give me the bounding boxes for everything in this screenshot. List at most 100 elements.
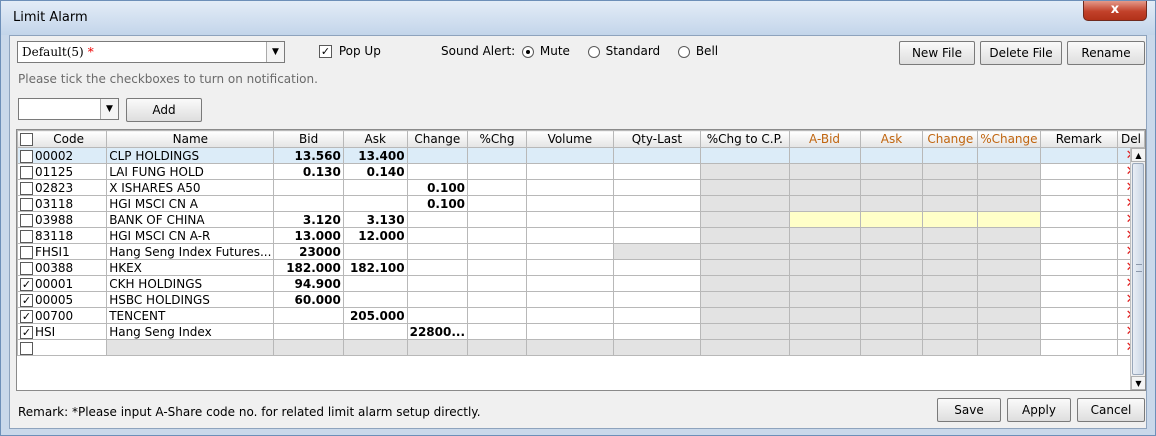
name-cell[interactable]: HGI MSCI CN A xyxy=(106,195,275,212)
a-change-cell[interactable] xyxy=(922,243,979,260)
change-cell[interactable] xyxy=(406,227,469,244)
table-row[interactable]: ✓00001CKH HOLDINGS94.900✕ xyxy=(17,275,1145,292)
row-checkbox[interactable]: ✓ xyxy=(20,293,33,307)
volume-cell[interactable] xyxy=(525,227,614,244)
bid-cell[interactable]: 182.000 xyxy=(273,259,344,276)
row-checkbox[interactable] xyxy=(20,229,33,243)
a-change-cell[interactable] xyxy=(922,163,979,180)
a-pct-change-cell[interactable] xyxy=(977,307,1041,324)
ask-cell[interactable]: 182.100 xyxy=(342,259,408,276)
qty-last-cell[interactable] xyxy=(612,195,701,212)
table-row[interactable]: ✓00700TENCENT205.000✕ xyxy=(17,307,1145,324)
sound-radio-mute[interactable] xyxy=(522,45,535,58)
table-row[interactable]: 03988BANK OF CHINA3.1203.130✕ xyxy=(17,211,1145,228)
popup-checkbox[interactable]: ✓ xyxy=(319,45,332,58)
change-cell[interactable] xyxy=(406,307,469,324)
table-row[interactable]: 83118HGI MSCI CN A-R13.00012.000✕ xyxy=(17,227,1145,244)
a-bid-cell[interactable] xyxy=(788,243,861,260)
name-cell[interactable]: CLP HOLDINGS xyxy=(106,147,275,164)
col-a-pct-change[interactable]: %Change xyxy=(977,130,1041,148)
chevron-down-icon[interactable]: ▼ xyxy=(100,99,118,119)
pct-chg-cell[interactable] xyxy=(467,243,527,260)
a-change-cell[interactable] xyxy=(922,275,979,292)
col-ask[interactable]: Ask xyxy=(342,130,408,148)
col-name[interactable]: Name xyxy=(106,130,275,148)
pct-chg-cell[interactable] xyxy=(467,179,527,196)
col-a-ask[interactable]: Ask xyxy=(859,130,924,148)
a-ask-cell[interactable] xyxy=(859,259,924,276)
table-row[interactable]: ✕ xyxy=(17,339,1145,356)
qty-last-cell[interactable] xyxy=(612,227,701,244)
qty-last-cell[interactable] xyxy=(612,291,701,308)
col-qty-last[interactable]: Qty-Last xyxy=(612,130,701,148)
code-cell[interactable]: 83118 xyxy=(17,227,108,244)
save-button[interactable]: Save xyxy=(937,398,1001,422)
qty-last-cell[interactable] xyxy=(612,147,701,164)
vertical-scrollbar[interactable]: ▲ ▼ xyxy=(1130,148,1145,390)
remark-cell[interactable] xyxy=(1039,211,1119,228)
a-change-cell[interactable] xyxy=(922,227,979,244)
add-button[interactable]: Add xyxy=(126,98,202,122)
volume-cell[interactable] xyxy=(525,307,614,324)
code-cell[interactable]: ✓ HSI xyxy=(17,323,108,340)
ask-cell[interactable] xyxy=(342,275,408,292)
qty-last-cell[interactable] xyxy=(612,307,701,324)
ask-cell[interactable]: 205.000 xyxy=(342,307,408,324)
bid-cell[interactable] xyxy=(273,307,344,324)
pct-chg-cell[interactable] xyxy=(467,227,527,244)
qty-last-cell[interactable] xyxy=(612,211,701,228)
volume-cell[interactable] xyxy=(525,163,614,180)
code-cell[interactable]: ✓ 00005 xyxy=(17,291,108,308)
row-checkbox[interactable] xyxy=(20,341,33,355)
table-row[interactable]: FHSI1Hang Seng Index Futures...23000✕ xyxy=(17,243,1145,260)
a-pct-change-cell[interactable] xyxy=(977,259,1041,276)
scroll-down-icon[interactable]: ▼ xyxy=(1131,376,1145,390)
close-button[interactable]: x xyxy=(1083,1,1147,21)
bid-cell[interactable] xyxy=(273,323,344,340)
remark-cell[interactable] xyxy=(1039,163,1119,180)
change-cell[interactable] xyxy=(406,211,469,228)
a-pct-change-cell[interactable] xyxy=(977,291,1041,308)
a-ask-cell[interactable] xyxy=(859,147,924,164)
a-bid-cell[interactable] xyxy=(788,163,861,180)
bid-cell[interactable] xyxy=(273,195,344,212)
a-bid-cell[interactable] xyxy=(788,147,861,164)
a-bid-cell[interactable] xyxy=(788,291,861,308)
volume-cell[interactable] xyxy=(525,323,614,340)
a-pct-change-cell[interactable] xyxy=(977,323,1041,340)
pct-chg-cell[interactable] xyxy=(467,291,527,308)
ask-cell[interactable] xyxy=(342,291,408,308)
a-bid-cell[interactable] xyxy=(788,179,861,196)
a-ask-cell[interactable] xyxy=(859,275,924,292)
select-all-checkbox[interactable] xyxy=(20,133,33,146)
qty-last-cell[interactable] xyxy=(612,339,701,356)
a-change-cell[interactable] xyxy=(922,259,979,276)
a-change-cell[interactable] xyxy=(922,195,979,212)
a-bid-cell[interactable] xyxy=(788,323,861,340)
name-cell[interactable]: HSBC HOLDINGS xyxy=(106,291,275,308)
change-cell[interactable]: 0.100 xyxy=(406,179,469,196)
col-change[interactable]: Change xyxy=(406,130,469,148)
ask-cell[interactable]: 3.130 xyxy=(342,211,408,228)
a-ask-cell[interactable] xyxy=(859,211,924,228)
a-pct-change-cell[interactable] xyxy=(977,227,1041,244)
a-ask-cell[interactable] xyxy=(859,339,924,356)
remark-cell[interactable] xyxy=(1039,179,1119,196)
change-cell[interactable]: 22800... xyxy=(406,323,469,340)
cancel-button[interactable]: Cancel xyxy=(1077,398,1145,422)
row-checkbox[interactable] xyxy=(20,261,33,275)
col-a-bid[interactable]: A-Bid xyxy=(788,130,861,148)
table-row[interactable]: 00388HKEX182.000182.100✕ xyxy=(17,259,1145,276)
bid-cell[interactable]: 3.120 xyxy=(273,211,344,228)
popup-option[interactable]: ✓ Pop Up xyxy=(319,44,381,58)
ask-cell[interactable] xyxy=(342,179,408,196)
qty-last-cell[interactable] xyxy=(612,275,701,292)
volume-cell[interactable] xyxy=(525,195,614,212)
bid-cell[interactable]: 60.000 xyxy=(273,291,344,308)
change-cell[interactable]: 0.100 xyxy=(406,195,469,212)
pct-chg-cell[interactable] xyxy=(467,147,527,164)
apply-button[interactable]: Apply xyxy=(1007,398,1071,422)
volume-cell[interactable] xyxy=(525,275,614,292)
name-cell[interactable]: CKH HOLDINGS xyxy=(106,275,275,292)
a-ask-cell[interactable] xyxy=(859,163,924,180)
